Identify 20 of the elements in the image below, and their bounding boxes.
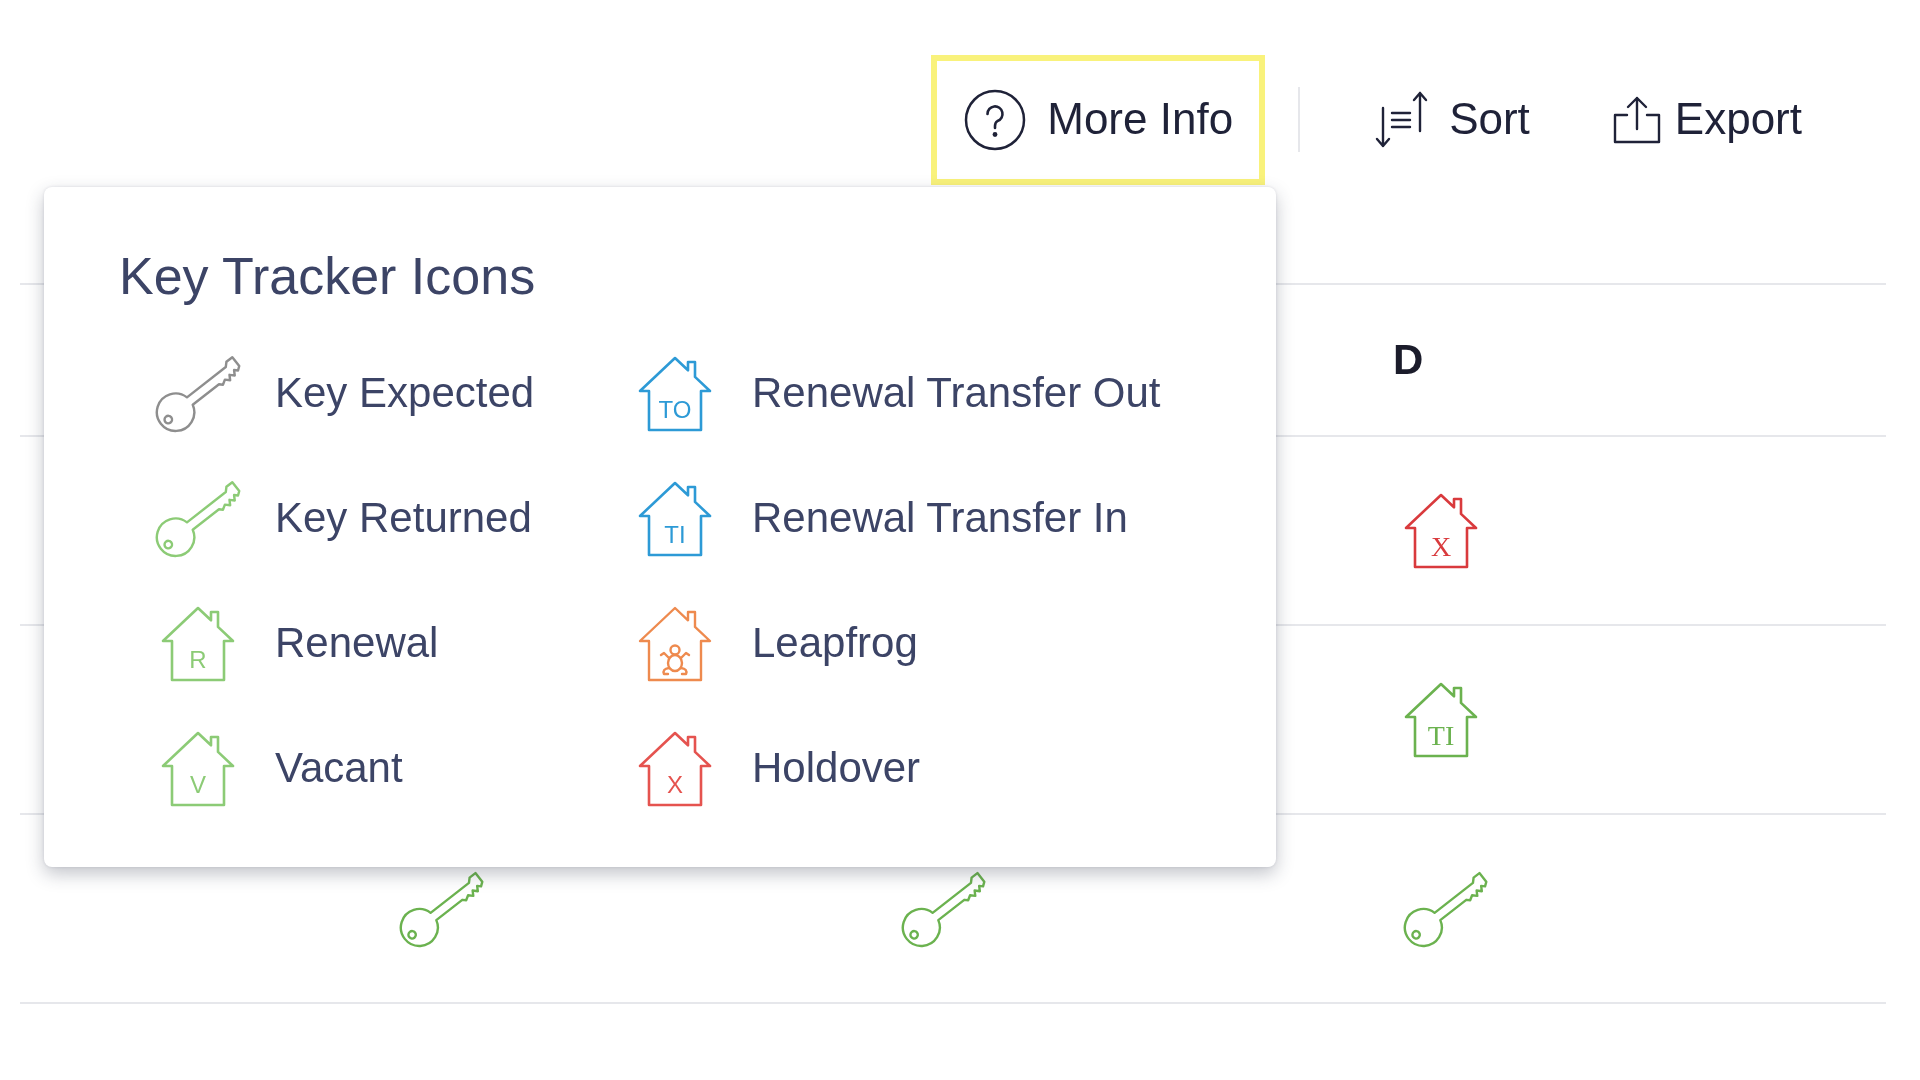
house-icon: R xyxy=(160,604,236,683)
legend-label: Key Returned xyxy=(275,494,533,543)
help-button[interactable]: More Info xyxy=(931,54,1266,185)
house-icon: TI xyxy=(637,479,713,558)
legend-label: Leapfrog xyxy=(752,619,919,668)
column-header: D xyxy=(1393,339,1424,381)
legend-label: Key Expected xyxy=(275,369,536,418)
sort-button[interactable]: Sort xyxy=(1374,91,1530,148)
legend-label: Vacant xyxy=(275,744,404,793)
export-button[interactable]: Export xyxy=(1610,94,1802,145)
house-icon: X xyxy=(1403,491,1479,570)
legend-label: Renewal xyxy=(275,619,440,668)
house-icon: TO xyxy=(637,354,713,433)
help-icon xyxy=(964,88,1027,151)
house-icon: X xyxy=(637,729,713,808)
legend-label: Holdover xyxy=(752,744,922,793)
legend-label: Renewal Transfer Out xyxy=(752,369,1162,418)
house-icon: TI xyxy=(1403,680,1479,759)
legend-label: Renewal Transfer In xyxy=(752,494,1129,543)
house-icon: V xyxy=(160,729,236,808)
